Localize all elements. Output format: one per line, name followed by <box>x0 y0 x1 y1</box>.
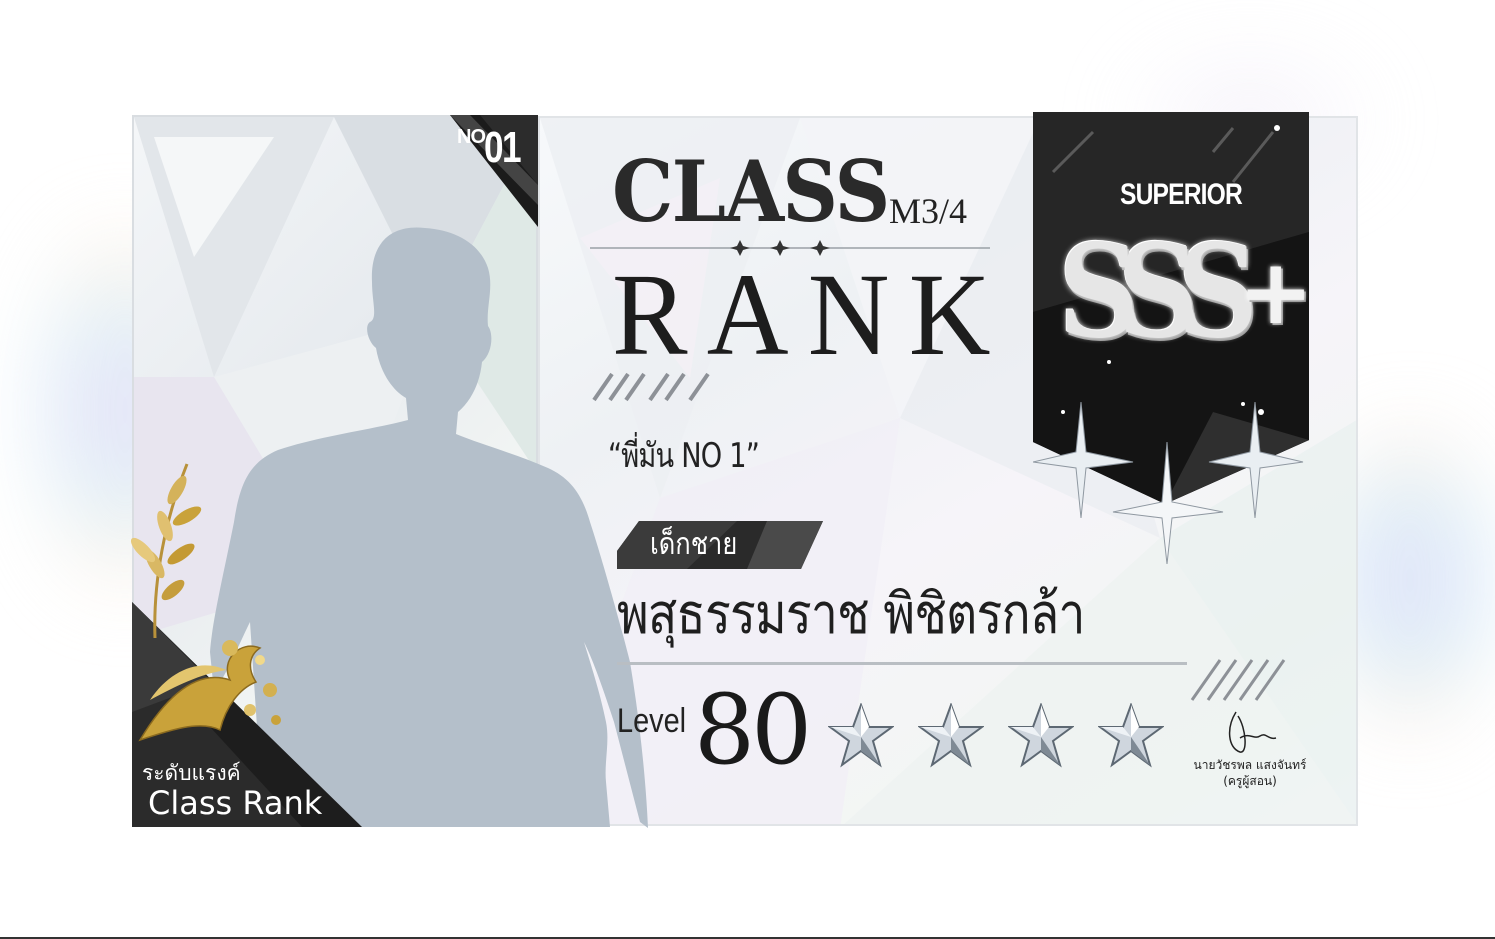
title-rank: RANK <box>612 249 1010 380</box>
level-value: 80 <box>694 674 812 786</box>
rating-stars <box>828 703 1168 773</box>
gender-label: เด็กชาย <box>650 527 738 562</box>
star-icon <box>828 703 894 768</box>
class-room: M3/4 <box>889 191 968 231</box>
phoenix-emblem-icon <box>138 640 281 742</box>
student-name: พสุธรรมราช พิชิตรกล้า <box>617 582 1085 647</box>
level-label: Level <box>617 702 687 740</box>
badge-tier: SUPERIOR <box>1120 178 1243 211</box>
hatch-decoration <box>592 372 710 402</box>
hatch-decoration-right <box>1190 659 1286 701</box>
badge-plus: + <box>1238 240 1314 345</box>
teacher-role: (ครูผู้สอน) <box>1223 774 1277 788</box>
title-class: CLASS <box>612 142 890 241</box>
nickname: “พี่มัน NO 1” <box>608 436 760 476</box>
badge-grade: SSS <box>1058 217 1258 367</box>
card-number: 01 <box>484 123 522 172</box>
star-icon <box>918 703 984 768</box>
name-underline <box>617 662 1187 665</box>
gold-leaf-icon <box>130 463 202 639</box>
star-icon <box>1008 703 1074 768</box>
corner-label-english: Class Rank <box>148 784 323 822</box>
signature-mark <box>1228 711 1277 753</box>
